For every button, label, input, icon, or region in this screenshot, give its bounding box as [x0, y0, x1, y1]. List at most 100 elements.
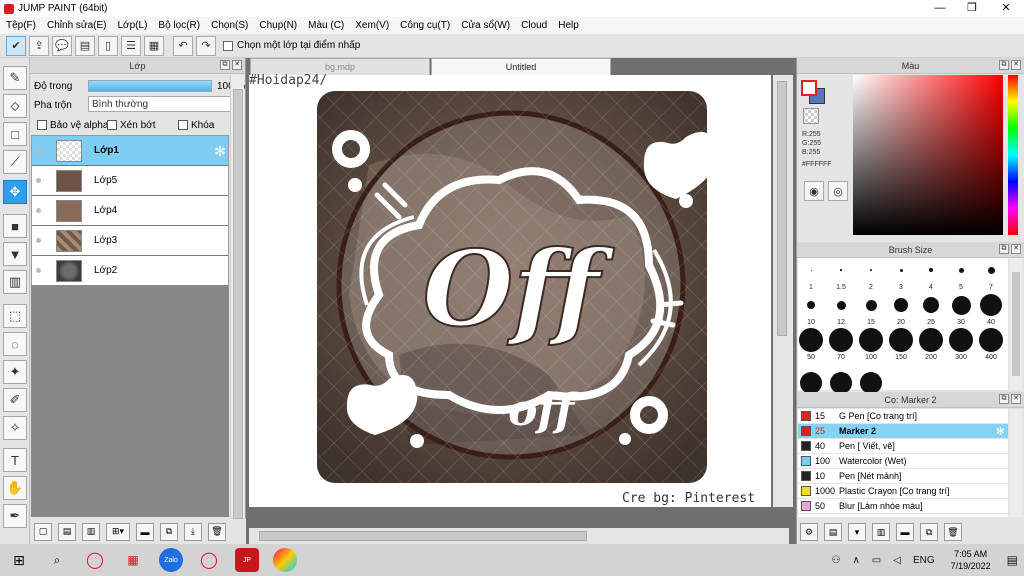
windows-start-icon[interactable]: ⊞ — [7, 548, 31, 572]
gear-icon[interactable]: ✻ — [996, 425, 1005, 438]
volume-icon[interactable]: ◁ — [893, 555, 901, 566]
visibility-icon[interactable] — [32, 226, 44, 256]
zalo-icon[interactable]: Zalo — [159, 548, 183, 572]
brush-size-dot[interactable] — [919, 328, 943, 352]
select-eraser-tool-icon[interactable]: ✧ — [3, 416, 27, 440]
menu-filter[interactable]: Bộ lọc(R) — [158, 20, 200, 31]
eyedropper-tool-icon[interactable]: ✒ — [3, 504, 27, 528]
panel-close-icon[interactable]: ✕ — [1011, 244, 1021, 254]
menu-capture[interactable]: Chụp(N) — [259, 20, 297, 31]
menu-help[interactable]: Help — [558, 20, 579, 31]
layer-scrollbar[interactable] — [230, 75, 244, 519]
brush-settings-icon[interactable]: ⚙ — [800, 523, 818, 541]
search-icon[interactable]: ⌕ — [45, 548, 69, 572]
canvas-horizontal-scrollbar[interactable] — [249, 528, 789, 544]
brush-tool-icon[interactable]: ✎ — [3, 66, 27, 90]
new-8bit-layer-icon[interactable]: ▤ — [58, 522, 76, 541]
gear-icon[interactable]: ✻ — [214, 143, 226, 160]
jump-paint-icon[interactable]: JP — [235, 548, 259, 572]
foreground-color-swatch[interactable] — [801, 80, 817, 96]
brush-size-dot[interactable] — [829, 328, 853, 352]
marker-scrollbar[interactable] — [1010, 409, 1022, 517]
palette-edit-icon[interactable]: ◎ — [828, 181, 848, 201]
notification-icon[interactable]: ▤ — [1007, 553, 1018, 567]
menu-layer[interactable]: Lớp(L) — [118, 20, 148, 31]
colorful-app-icon[interactable] — [273, 548, 297, 572]
brush-size-dot[interactable] — [894, 298, 908, 312]
brush-size-dot[interactable] — [951, 295, 971, 315]
brush-scrollbar[interactable] — [1010, 258, 1022, 390]
people-icon[interactable]: ⚇ — [831, 555, 840, 566]
redo-icon[interactable]: ↷ — [196, 35, 216, 56]
menu-select[interactable]: Chọn(S) — [211, 20, 248, 31]
canvas-vertical-scrollbar[interactable] — [773, 75, 793, 507]
gradient-tool-icon[interactable]: ▥ — [3, 270, 27, 294]
menu-window[interactable]: Cửa sổ(W) — [461, 20, 510, 31]
duplicate-brush-icon[interactable]: ⧉ — [920, 523, 938, 541]
page-icon[interactable]: ▯ — [98, 35, 118, 56]
line-tool-icon[interactable]: ⟋ — [3, 150, 27, 174]
speech-bubble-icon[interactable]: 💬 — [52, 35, 72, 56]
brush-size-dot[interactable] — [899, 268, 903, 272]
layer-row[interactable]: Lớp3 — [32, 226, 228, 256]
menu-tools[interactable]: Công cụ(T) — [400, 20, 450, 31]
layer-row[interactable]: Lớp4 — [32, 196, 228, 226]
visibility-icon[interactable] — [32, 136, 44, 166]
brush-size-dot[interactable] — [799, 328, 823, 352]
brush-size-dot[interactable] — [980, 294, 1002, 316]
menu-color[interactable]: Màu (C) — [308, 20, 344, 31]
visibility-icon[interactable] — [32, 166, 44, 196]
clipping-checkbox[interactable] — [107, 120, 117, 130]
brush-preset-row[interactable]: 25 Marker 2 ✻ — [798, 424, 1008, 439]
close-button[interactable]: ✕ — [990, 0, 1022, 17]
brush-size-dot[interactable] — [987, 266, 995, 274]
brush-size-dot[interactable] — [979, 328, 1003, 352]
layer-row[interactable]: Lớp5 — [32, 166, 228, 196]
export-icon[interactable]: ⇪ — [29, 35, 49, 56]
app-grid-icon[interactable]: ▦ — [121, 548, 145, 572]
brush-size-dot[interactable] — [870, 269, 872, 271]
saturation-value-picker[interactable] — [853, 75, 1003, 235]
rectangle-tool-icon[interactable]: □ — [3, 122, 27, 146]
folder-icon[interactable]: ▬ — [136, 522, 154, 541]
add-layer-dropdown-icon[interactable]: ⊞▾ — [106, 522, 130, 541]
brush-size-dot[interactable] — [923, 297, 939, 313]
brush-size-dot[interactable] — [830, 372, 852, 394]
text-tool-icon[interactable]: T — [3, 448, 27, 472]
list-icon[interactable]: ☰ — [121, 35, 141, 56]
folder-icon[interactable]: ▬ — [896, 523, 914, 541]
brush-size-dot[interactable] — [807, 301, 815, 309]
palette-icon[interactable]: ◉ — [804, 181, 824, 201]
visibility-icon[interactable] — [32, 196, 44, 226]
brush-size-dot[interactable] — [836, 300, 846, 310]
brush-size-dot[interactable] — [949, 328, 973, 352]
opacity-slider[interactable] — [88, 80, 212, 92]
canvas-page[interactable]: Off off — [249, 75, 771, 507]
panel-float-icon[interactable]: ⧉ — [999, 244, 1009, 254]
panel-float-icon[interactable]: ⧉ — [999, 60, 1009, 70]
check-icon[interactable]: ✔ — [6, 35, 26, 56]
undo-icon[interactable]: ↶ — [173, 35, 193, 56]
panel-float-icon[interactable]: ⧉ — [999, 394, 1009, 404]
menu-edit[interactable]: Chỉnh sửa(E) — [47, 20, 107, 31]
network-icon[interactable]: ▭ — [872, 555, 881, 566]
brush-size-dot[interactable] — [859, 328, 883, 352]
duplicate-layer-icon[interactable]: ⧉ — [160, 522, 178, 541]
tab-untitled[interactable]: Untitled — [431, 58, 611, 75]
transparent-color-swatch[interactable] — [803, 108, 819, 124]
brush-preset-row[interactable]: 100 Watercolor (Wet) — [798, 454, 1008, 469]
brush-preset-row[interactable]: 10 Pen [Nét mảnh] — [798, 469, 1008, 484]
fill-rect-tool-icon[interactable]: ■ — [3, 214, 27, 238]
chevron-up-icon[interactable]: ∧ — [852, 555, 859, 566]
add-brush-icon[interactable]: ▤ — [824, 523, 842, 541]
blend-mode-select[interactable]: Bình thường ▾ — [88, 96, 240, 112]
protect-alpha-checkbox[interactable] — [37, 120, 47, 130]
brush-size-dot[interactable] — [810, 269, 812, 271]
merge-layer-icon[interactable]: ⤓ — [184, 522, 202, 541]
bucket-tool-icon[interactable]: ▼ — [3, 242, 27, 266]
brush-size-dot[interactable] — [840, 269, 842, 271]
brush-preset-row[interactable]: 15 G Pen [Cọ trang trí] — [798, 409, 1008, 424]
brush-preset-row[interactable]: 1000 Plastic Crayon [Cọ trang trí] — [798, 484, 1008, 499]
layer-row[interactable]: Lớp2 — [32, 256, 228, 286]
brush-size-dot[interactable] — [865, 299, 877, 311]
